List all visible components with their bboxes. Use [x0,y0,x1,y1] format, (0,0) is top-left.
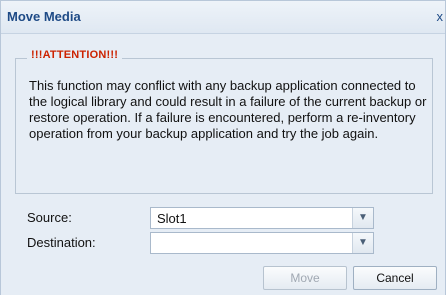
dialog-body: !!!ATTENTION!!! This function may confli… [1,34,445,295]
move-media-dialog: Move Media x !!!ATTENTION!!! This functi… [0,0,446,295]
attention-legend: !!!ATTENTION!!! [27,49,123,61]
source-label: Source: [27,210,72,225]
move-button[interactable]: Move [263,266,347,290]
destination-select[interactable]: ▼ [150,232,374,254]
close-icon[interactable]: x [437,9,444,24]
destination-label: Destination: [27,235,96,250]
source-select-value: Slot1 [157,211,187,226]
dialog-titlebar: Move Media x [1,1,445,34]
chevron-down-icon[interactable]: ▼ [352,233,373,253]
dialog-title: Move Media [7,9,81,24]
source-select[interactable]: Slot1 ▼ [150,207,374,229]
attention-message: This function may conflict with any back… [29,78,427,141]
chevron-down-icon[interactable]: ▼ [352,208,373,228]
cancel-button[interactable]: Cancel [353,266,437,290]
